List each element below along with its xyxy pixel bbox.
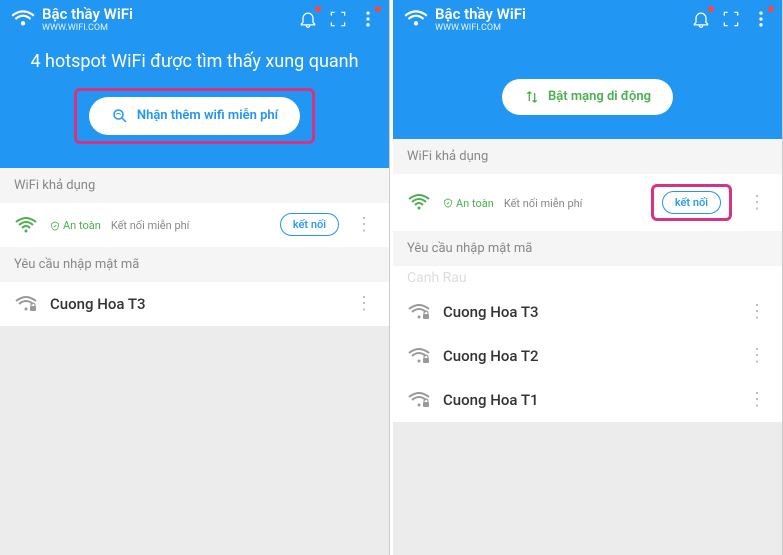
wifi-name: Cuong Hoa T2 <box>443 347 732 365</box>
empty-area <box>0 326 389 555</box>
safe-tag: An toàn <box>50 219 101 232</box>
hero: 4 hotspot WiFi được tìm thấy xung quanh … <box>0 39 389 168</box>
wifi-password-item[interactable]: Cuong Hoa T2 ⋮ <box>393 334 782 378</box>
item-more-icon[interactable]: ⋮ <box>744 301 768 322</box>
section-available-header: WiFi khả dụng <box>0 168 389 203</box>
wifi-lock-icon <box>14 292 38 316</box>
free-tag: Kết nối miễn phí <box>111 219 190 232</box>
enable-mobile-data-button[interactable]: Bật mạng di động <box>502 79 673 115</box>
notification-dot <box>315 6 321 12</box>
more-icon[interactable] <box>357 8 379 30</box>
notification-dot <box>708 6 714 12</box>
app-title: Bậc thầy WiFi <box>42 6 133 23</box>
scan-icon[interactable] <box>327 8 349 30</box>
hero-title: 4 hotspot WiFi được tìm thấy xung quanh <box>16 51 373 72</box>
wifi-signal-icon <box>407 190 431 214</box>
wifi-info: Cuong Hoa T3 <box>50 295 339 313</box>
free-tag: Kết nối miễn phí <box>504 197 583 210</box>
app-subtitle: WWW.WIFI.COM <box>42 23 133 33</box>
item-more-icon[interactable]: ⋮ <box>744 192 768 213</box>
up-down-arrows-icon <box>524 89 540 105</box>
enable-mobile-data-label: Bật mạng di động <box>548 89 651 104</box>
wifi-lock-icon <box>407 300 431 324</box>
wifi-signal-icon <box>14 213 38 237</box>
more-icon[interactable] <box>750 8 772 30</box>
section-password-header: Yêu cầu nhập mật mã <box>393 231 782 266</box>
wifi-password-item[interactable]: Cuong Hoa T1 ⋮ <box>393 378 782 422</box>
header: Bậc thầy WiFi WWW.WIFI.COM 4 hotspot WiF… <box>0 0 389 168</box>
connect-button[interactable]: kết nối <box>662 191 721 214</box>
screen-right: Bậc thầy WiFi WWW.WIFI.COM <box>393 0 783 555</box>
app-subtitle: WWW.WIFI.COM <box>435 23 526 33</box>
search-wifi-icon <box>111 107 129 125</box>
wifi-info: An toàn Kết nối miễn phí <box>443 195 639 210</box>
app-logo: Bậc thầy WiFi WWW.WIFI.COM <box>10 6 133 33</box>
wifi-available-item[interactable]: An toàn Kết nối miễn phí kết nối ⋮ <box>0 203 389 247</box>
wifi-password-item[interactable]: Cuong Hoa T3 ⋮ <box>393 290 782 334</box>
wifi-master-icon <box>10 6 36 32</box>
wifi-available-item[interactable]: An toàn Kết nối miễn phí kết nối ⋮ <box>393 174 782 231</box>
notification-dot <box>375 6 381 12</box>
connect-button[interactable]: kết nối <box>280 213 339 236</box>
safe-tag: An toàn <box>443 197 494 210</box>
wifi-lock-icon <box>407 344 431 368</box>
wifi-name: Cuong Hoa T1 <box>443 391 732 409</box>
wifi-name: Cuong Hoa T3 <box>443 303 732 321</box>
app-logo: Bậc thầy WiFi WWW.WIFI.COM <box>403 6 526 33</box>
item-more-icon[interactable]: ⋮ <box>351 293 375 314</box>
section-available-header: WiFi khả dụng <box>393 139 782 174</box>
get-more-wifi-button[interactable]: Nhận thêm wifi miễn phí <box>89 97 300 135</box>
highlight-box: kết nối <box>651 184 732 221</box>
get-more-wifi-label: Nhận thêm wifi miễn phí <box>137 108 278 123</box>
notification-dot <box>768 6 774 12</box>
scan-icon[interactable] <box>720 8 742 30</box>
empty-area <box>393 422 782 555</box>
item-more-icon[interactable]: ⋮ <box>744 345 768 366</box>
item-more-icon[interactable]: ⋮ <box>744 389 768 410</box>
bell-icon[interactable] <box>690 8 712 30</box>
topbar: Bậc thầy WiFi WWW.WIFI.COM <box>0 0 389 39</box>
wifi-master-icon <box>403 6 429 32</box>
item-more-icon[interactable]: ⋮ <box>351 214 375 235</box>
highlight-box: Nhận thêm wifi miễn phí <box>74 88 315 144</box>
wifi-name: Cuong Hoa T3 <box>50 295 339 313</box>
bell-icon[interactable] <box>297 8 319 30</box>
wifi-password-item[interactable]: Cuong Hoa T3 ⋮ <box>0 282 389 326</box>
wifi-lock-icon <box>407 388 431 412</box>
header: Bậc thầy WiFi WWW.WIFI.COM <box>393 0 782 139</box>
screen-left: Bậc thầy WiFi WWW.WIFI.COM 4 hotspot WiF… <box>0 0 390 555</box>
topbar: Bậc thầy WiFi WWW.WIFI.COM <box>393 0 782 39</box>
watermark: Canh Rau <box>393 266 782 290</box>
section-password-header: Yêu cầu nhập mật mã <box>0 247 389 282</box>
wifi-info: An toàn Kết nối miễn phí <box>50 217 268 232</box>
app-title: Bậc thầy WiFi <box>435 6 526 23</box>
hero: Bật mạng di động <box>393 39 782 139</box>
